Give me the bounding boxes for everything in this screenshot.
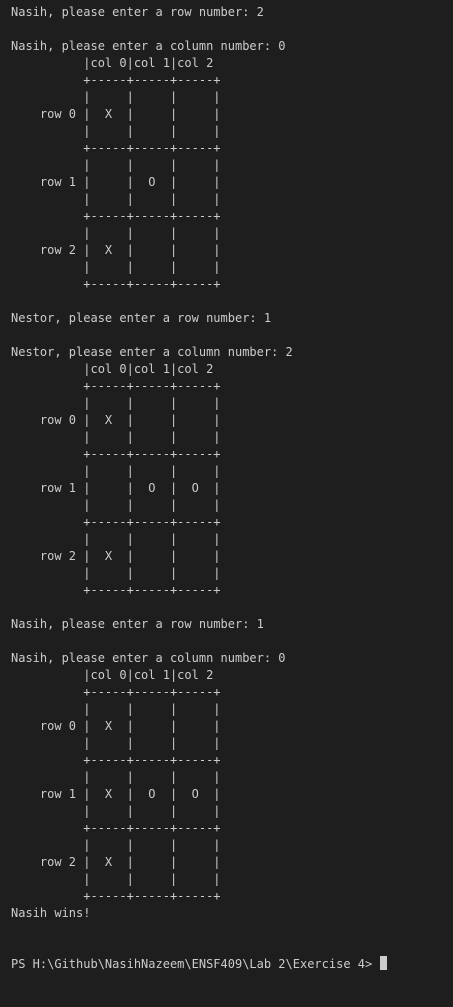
terminal-line: Nasih, please enter a column number: 0: [11, 651, 286, 665]
terminal-line: +-----+-----+-----+: [11, 209, 221, 223]
terminal-line: | | | |: [11, 396, 221, 410]
terminal-line: +-----+-----+-----+: [11, 277, 221, 291]
terminal-line: | | | |: [11, 226, 221, 240]
terminal-line: | | | |: [11, 872, 221, 886]
terminal-line: |col 0|col 1|col 2: [11, 56, 214, 70]
terminal-line: | | | |: [11, 736, 221, 750]
terminal-line: row 2 | X | | |: [11, 243, 221, 257]
terminal-line: +-----+-----+-----+: [11, 685, 221, 699]
terminal-line: | | | |: [11, 260, 221, 274]
terminal-line: Nestor, please enter a column number: 2: [11, 345, 293, 359]
terminal-line: | | | |: [11, 838, 221, 852]
terminal-line: row 0 | X | | |: [11, 719, 221, 733]
terminal-line: +-----+-----+-----+: [11, 583, 221, 597]
terminal-line: |col 0|col 1|col 2: [11, 668, 214, 682]
terminal-line: | | | |: [11, 702, 221, 716]
terminal-line: row 2 | X | | |: [11, 855, 221, 869]
terminal-line: +-----+-----+-----+: [11, 753, 221, 767]
terminal-line: row 0 | X | | |: [11, 413, 221, 427]
terminal-line: row 1 | X | O | O |: [11, 787, 221, 801]
terminal-panel[interactable]: Nasih, please enter a row number: 2 Nasih…: [0, 0, 453, 971]
terminal-line: Nestor, please enter a row number: 1: [11, 311, 272, 325]
terminal-line: row 1 | | O | O |: [11, 481, 221, 495]
terminal-prompt: PS H:\Github\NasihNazeem\ENSF409\Lab 2\E…: [11, 956, 453, 973]
terminal-line: +-----+-----+-----+: [11, 141, 221, 155]
terminal-line: | | | |: [11, 532, 221, 546]
terminal-line: +-----+-----+-----+: [11, 515, 221, 529]
terminal-line: | | | |: [11, 498, 221, 512]
terminal-line: +-----+-----+-----+: [11, 889, 221, 903]
terminal-line: row 1 | | O | |: [11, 175, 221, 189]
terminal-output: Nasih, please enter a row number: 2 Nasih…: [11, 4, 453, 922]
terminal-line: Nasih, please enter a column number: 0: [11, 39, 286, 53]
terminal-line: +-----+-----+-----+: [11, 821, 221, 835]
terminal-line: row 0 | X | | |: [11, 107, 221, 121]
terminal-line: | | | |: [11, 464, 221, 478]
terminal-line: Nasih, please enter a row number: 2: [11, 5, 264, 19]
terminal-line: | | | |: [11, 566, 221, 580]
terminal-line: +-----+-----+-----+: [11, 447, 221, 461]
terminal-line: +-----+-----+-----+: [11, 73, 221, 87]
text-cursor: [380, 956, 388, 970]
terminal-line: | | | |: [11, 192, 221, 206]
prompt-text: PS H:\Github\NasihNazeem\ENSF409\Lab 2\E…: [11, 957, 380, 971]
terminal-line: | | | |: [11, 430, 221, 444]
terminal-line: | | | |: [11, 804, 221, 818]
terminal-line: |col 0|col 1|col 2: [11, 362, 214, 376]
terminal-line: | | | |: [11, 124, 221, 138]
terminal-line: row 2 | X | | |: [11, 549, 221, 563]
terminal-line: +-----+-----+-----+: [11, 379, 221, 393]
terminal-line: | | | |: [11, 90, 221, 104]
terminal-line: | | | |: [11, 158, 221, 172]
terminal-prompt-line[interactable]: PS H:\Github\NasihNazeem\ENSF409\Lab 2\E…: [11, 922, 453, 1007]
terminal-line: Nasih wins!: [11, 906, 91, 920]
terminal-line: Nasih, please enter a row number: 1: [11, 617, 264, 631]
terminal-line: | | | |: [11, 770, 221, 784]
